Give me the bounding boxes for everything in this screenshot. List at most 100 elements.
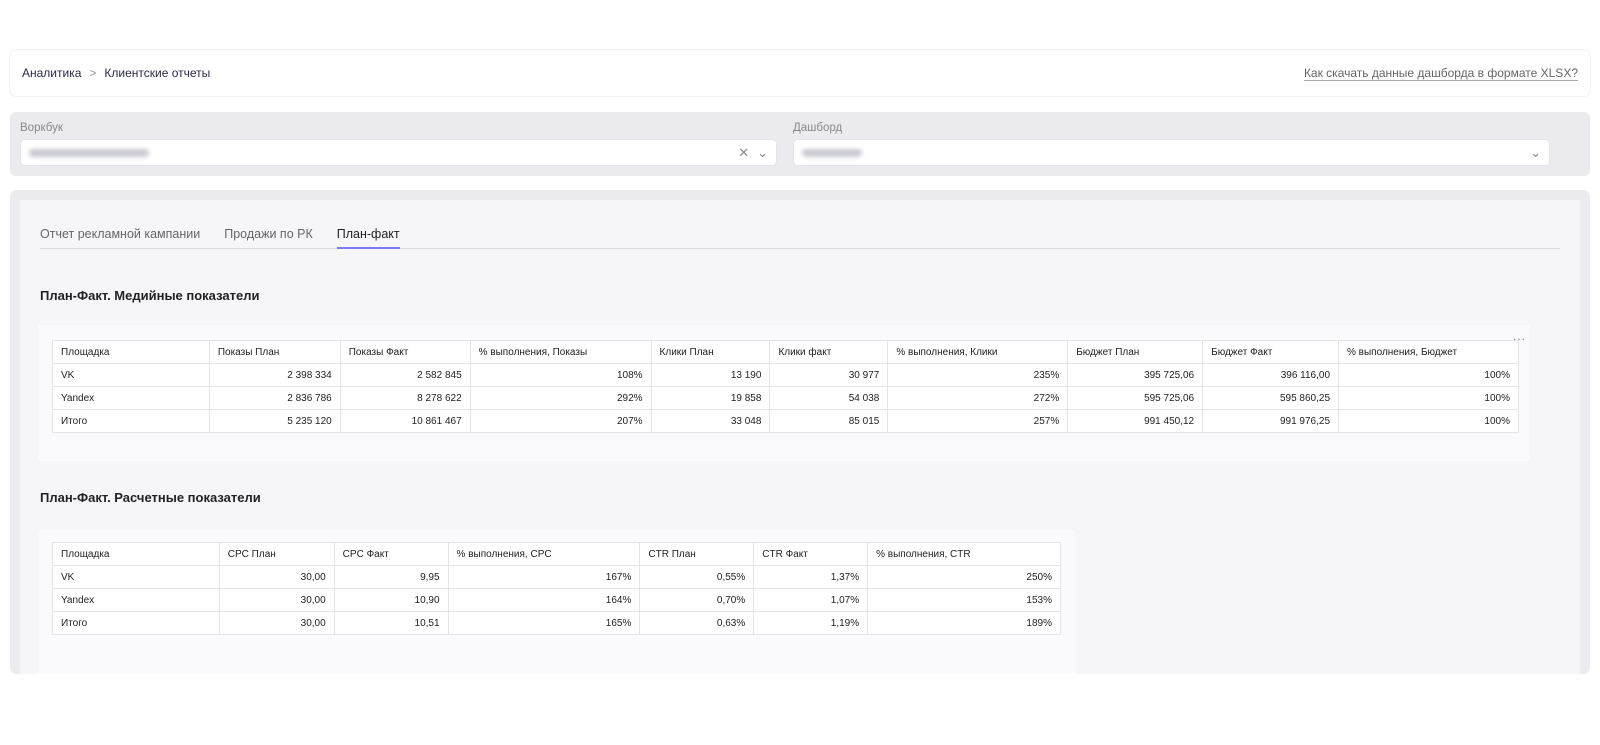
table-cell: Yandex: [52, 588, 220, 612]
chevron-down-icon[interactable]: ⌄: [757, 145, 768, 161]
table-cell: 2 398 334: [208, 363, 341, 387]
column-header[interactable]: Бюджет Факт: [1202, 340, 1340, 364]
table-cell: 250%: [867, 565, 1061, 589]
table-cell: 207%: [469, 409, 652, 433]
table-cell: 292%: [469, 386, 652, 410]
column-header[interactable]: % выполнения, Бюджет: [1338, 340, 1519, 364]
table-cell: 595 725,06: [1067, 386, 1204, 410]
table-cell: 235%: [887, 363, 1069, 387]
column-header[interactable]: Показы План: [208, 340, 341, 364]
table-cell: 100%: [1338, 363, 1519, 387]
column-header[interactable]: CTR Факт: [753, 542, 869, 566]
section-title-calculated: План-Факт. Расчетные показатели: [40, 490, 261, 505]
header: Аналитика > Клиентские отчеты Как скачат…: [10, 50, 1590, 96]
table-cell: 30 977: [769, 363, 889, 387]
table-cell: 100%: [1338, 386, 1519, 410]
table-cell: 30,00: [218, 588, 335, 612]
filters-panel: Воркбук ✕ ⌄ Дашборд ⌄: [10, 112, 1590, 176]
table-cell: 991 976,25: [1202, 409, 1340, 433]
column-header[interactable]: % выполнения, CTR: [867, 542, 1061, 566]
tab-plan-fact[interactable]: План-факт: [336, 226, 400, 249]
xlsx-help-link[interactable]: Как скачать данные дашборда в формате XL…: [1303, 66, 1578, 81]
table-cell: 164%: [447, 588, 641, 612]
table-cell: 54 038: [769, 386, 889, 410]
table-cell: 0,55%: [639, 565, 755, 589]
column-header[interactable]: % выполнения, Показы: [469, 340, 652, 364]
table-cell: 5 235 120: [208, 409, 341, 433]
column-header[interactable]: Клики факт: [769, 340, 889, 364]
table-cell: 8 278 622: [339, 386, 471, 410]
tabs: Отчет рекламной кампании Продажи по РК П…: [40, 226, 1560, 249]
table-cell: 13 190: [650, 363, 771, 387]
table-cell: 0,63%: [639, 611, 755, 635]
table-cell: Yandex: [52, 386, 210, 410]
table-cell: 2 836 786: [208, 386, 341, 410]
table-cell: 2 582 845: [339, 363, 471, 387]
workbook-label: Воркбук: [20, 122, 63, 134]
table-cell: 153%: [867, 588, 1061, 612]
breadcrumb-client-reports[interactable]: Клиентские отчеты: [104, 66, 210, 80]
table-cell: 189%: [867, 611, 1061, 635]
column-header[interactable]: Площадка: [52, 542, 220, 566]
calculated-table-card: ... Площадка CPC План CPC Факт% выполнения…: [38, 530, 1075, 674]
dashboard-select[interactable]: ⌄: [793, 139, 1550, 166]
tab-sales[interactable]: Продажи по РК: [224, 226, 313, 249]
table-cell: 10 861 467: [339, 409, 471, 433]
table-cell: 33 048: [650, 409, 771, 433]
table-cell: 10,90: [333, 588, 449, 612]
calculated-table: Площадка CPC План CPC Факт% выполнения, CP…: [52, 542, 1061, 635]
table-cell: 1,37%: [753, 565, 869, 589]
section-title-media: План-Факт. Медийные показатели: [40, 288, 260, 303]
tab-campaign-report[interactable]: Отчет рекламной кампании: [40, 226, 200, 249]
table-row: Итого 30,00 10,51 165% 0,63% 1,19% 189%: [52, 611, 1061, 635]
workbook-select[interactable]: ✕ ⌄: [20, 139, 777, 166]
table-cell: 395 725,06: [1067, 363, 1204, 387]
dashboard-value-blurred: [802, 148, 862, 157]
table-cell: 0,70%: [639, 588, 755, 612]
table-cell: VK: [52, 565, 220, 589]
table-cell: 30,00: [218, 611, 335, 635]
column-header[interactable]: Показы Факт: [339, 340, 471, 364]
column-header[interactable]: CPC План: [218, 542, 335, 566]
column-header[interactable]: % выполнения, Клики: [887, 340, 1069, 364]
column-header[interactable]: % выполнения, CPC: [447, 542, 641, 566]
table-cell: 167%: [447, 565, 641, 589]
table-cell: 595 860,25: [1202, 386, 1340, 410]
table-cell: 396 116,00: [1202, 363, 1340, 387]
table-row: VK 30,00 9,95 167% 0,55% 1,37% 250%: [52, 565, 1061, 589]
column-header[interactable]: Клики План: [650, 340, 771, 364]
table-cell: 991 450,12: [1067, 409, 1204, 433]
column-header[interactable]: Площадка: [52, 340, 210, 364]
table-row: Итого 5 235 120 10 861 467 207% 33 048 85 015…: [52, 409, 1519, 433]
table-cell: 1,19%: [753, 611, 869, 635]
table-cell: 272%: [887, 386, 1069, 410]
breadcrumb-separator: >: [89, 66, 97, 80]
table-header-row: Площадка Показы План Показы Факт% выполнен…: [52, 340, 1519, 364]
dashboard-label: Дашборд: [793, 122, 843, 134]
media-table-card: ... Площадка Показы План Показы Факт% выпо…: [38, 325, 1530, 461]
table-cell: 257%: [887, 409, 1069, 433]
breadcrumb-analytics[interactable]: Аналитика: [22, 66, 81, 80]
table-cell: Итого: [52, 611, 220, 635]
table-row: Yandex 2 836 786 8 278 622 292% 19 858 54 038…: [52, 386, 1519, 410]
table-cell: 1,07%: [753, 588, 869, 612]
column-header[interactable]: CPC Факт: [333, 542, 449, 566]
table-cell: 10,51: [333, 611, 449, 635]
table-cell: 85 015: [769, 409, 889, 433]
table-cell: 165%: [447, 611, 641, 635]
clear-icon[interactable]: ✕: [738, 145, 749, 161]
column-header[interactable]: CTR План: [639, 542, 755, 566]
workbook-value-blurred: [29, 148, 149, 157]
table-cell: VK: [52, 363, 210, 387]
table-cell: 108%: [469, 363, 652, 387]
table-header-row: Площадка CPC План CPC Факт% выполнения, CP…: [52, 542, 1061, 566]
dashboard-area: Отчет рекламной кампании Продажи по РК П…: [10, 190, 1590, 674]
table-cell: Итого: [52, 409, 210, 433]
column-header[interactable]: Бюджет План: [1067, 340, 1204, 364]
table-cell: 30,00: [218, 565, 335, 589]
table-cell: 9,95: [333, 565, 449, 589]
table-cell: 19 858: [650, 386, 771, 410]
table-cell: 100%: [1338, 409, 1519, 433]
table-row: VK 2 398 334 2 582 845 108% 13 190 30 977 235%…: [52, 363, 1519, 387]
chevron-down-icon[interactable]: ⌄: [1530, 145, 1541, 161]
